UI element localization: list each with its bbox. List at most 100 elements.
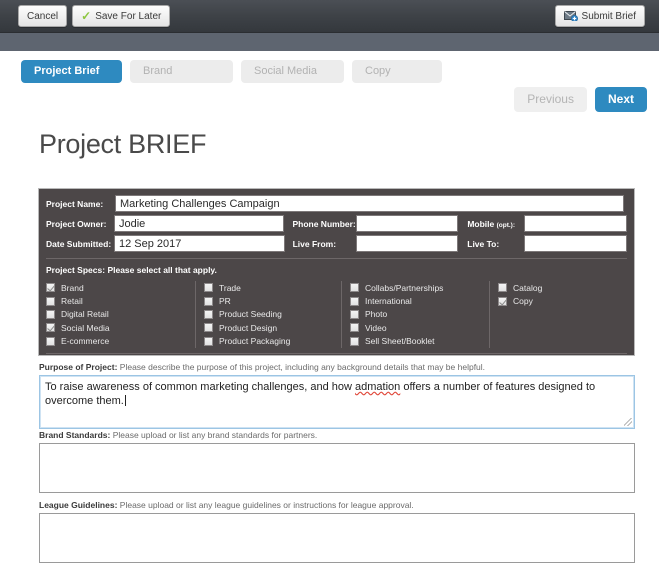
spec-trade[interactable]: Trade (204, 281, 333, 294)
spec-copy-label: Copy (513, 296, 533, 307)
spec-social-media-label: Social Media (61, 322, 110, 333)
spec-sell-sheet-booklet-label: Sell Sheet/Booklet (365, 336, 435, 347)
project-specs-grid: Brand Retail Digital Retail Social Media… (46, 281, 627, 348)
date-submitted-input[interactable]: 12 Sep 2017 (113, 235, 285, 252)
spec-product-design-label: Product Design (219, 322, 278, 333)
tab-social-media[interactable]: Social Media (241, 60, 344, 83)
spec-brand-label: Brand (61, 282, 84, 293)
spec-catalog[interactable]: Catalog (498, 281, 612, 294)
save-for-later-label: Save For Later (95, 10, 162, 22)
checkbox-international-icon[interactable] (350, 296, 359, 306)
previous-button[interactable]: Previous (514, 87, 587, 112)
checkbox-photo-icon[interactable] (350, 309, 359, 319)
checkbox-copy-icon[interactable] (498, 296, 507, 306)
brand-standards-hint: Please upload or list any brand standard… (112, 430, 318, 440)
mobile-input[interactable] (524, 215, 627, 232)
spec-catalog-label: Catalog (513, 282, 543, 293)
checkbox-product-packaging-icon[interactable] (204, 336, 213, 346)
checkbox-social-media-icon[interactable] (46, 323, 55, 333)
project-owner-label: Project Owner: (46, 218, 107, 229)
league-guidelines-section: League Guidelines: Please upload or list… (39, 500, 635, 563)
submit-brief-label: Submit Brief (581, 10, 636, 22)
brand-standards-title: Brand Standards: (39, 430, 111, 440)
spec-brand[interactable]: Brand (46, 281, 187, 294)
spec-product-design[interactable]: Product Design (204, 321, 333, 334)
spec-product-packaging-label: Product Packaging (219, 336, 291, 347)
wizard-tabs: Project Brief Brand Social Media Copy (21, 60, 442, 83)
spec-photo-label: Photo (365, 309, 388, 320)
checkbox-brand-icon[interactable] (46, 283, 55, 293)
purpose-of-project-textarea[interactable]: To raise awareness of common marketing c… (39, 375, 635, 429)
checkbox-ecommerce-icon[interactable] (46, 336, 55, 346)
purpose-of-project-section: Purpose of Project: Please describe the … (39, 362, 635, 429)
spec-copy[interactable]: Copy (498, 294, 612, 307)
text-caret (124, 395, 126, 406)
spec-product-packaging[interactable]: Product Packaging (204, 335, 333, 348)
panel-divider (46, 258, 627, 259)
submit-brief-button[interactable]: Submit Brief (554, 5, 645, 27)
live-from-input[interactable] (355, 235, 459, 252)
spec-international-label: International (365, 296, 412, 307)
mobile-label-optional: (opt.): (496, 221, 516, 229)
checkbox-retail-icon[interactable] (46, 296, 55, 306)
next-button[interactable]: Next (594, 87, 647, 112)
checkbox-trade-icon[interactable] (204, 283, 213, 293)
spec-collabs-partnerships[interactable]: Collabs/Partnerships (350, 281, 481, 294)
specs-column-3: Collabs/Partnerships International Photo… (342, 281, 490, 348)
brand-standards-label: Brand Standards: Please upload or list a… (39, 430, 635, 440)
checkbox-digital-retail-icon[interactable] (46, 309, 55, 319)
tab-brand[interactable]: Brand (130, 60, 233, 83)
brand-standards-textarea[interactable] (39, 443, 635, 493)
spec-social-media[interactable]: Social Media (46, 321, 187, 334)
tab-copy[interactable]: Copy (352, 60, 442, 83)
spec-photo[interactable]: Photo (350, 308, 481, 321)
spec-trade-label: Trade (219, 282, 241, 293)
checkbox-product-seeding-icon[interactable] (204, 309, 213, 319)
spec-retail[interactable]: Retail (46, 294, 187, 307)
checkbox-sell-sheet-booklet-icon[interactable] (350, 336, 359, 346)
wizard-pagination: Previous Next (514, 87, 647, 112)
league-guidelines-textarea[interactable] (39, 513, 635, 563)
live-to-label: Live To: (467, 238, 500, 249)
league-guidelines-hint: Please upload or list any league guideli… (119, 500, 414, 510)
cancel-button[interactable]: Cancel (18, 5, 68, 27)
spec-digital-retail[interactable]: Digital Retail (46, 308, 187, 321)
resize-grip-icon[interactable] (624, 418, 632, 426)
checkbox-catalog-icon[interactable] (498, 283, 507, 293)
spec-product-seeding[interactable]: Product Seeding (204, 308, 333, 321)
toolbar-right-group: Submit Brief (554, 5, 645, 27)
project-owner-input[interactable]: Jodie (113, 215, 285, 232)
toolbar-left-group: Cancel ✓ Save For Later (18, 5, 171, 27)
cancel-button-label: Cancel (27, 10, 59, 22)
project-name-label: Project Name: (46, 198, 104, 209)
tab-copy-label: Copy (365, 65, 391, 77)
spec-product-seeding-label: Product Seeding (219, 309, 282, 320)
purpose-of-project-label: Purpose of Project: Please describe the … (39, 362, 635, 372)
project-name-input[interactable]: Marketing Challenges Campaign (115, 195, 624, 212)
save-for-later-button[interactable]: ✓ Save For Later (72, 5, 171, 27)
tab-project-brief[interactable]: Project Brief (21, 60, 122, 83)
purpose-text-before: To raise awareness of common marketing c… (45, 381, 355, 393)
checkbox-product-design-icon[interactable] (204, 323, 213, 333)
checkbox-pr-icon[interactable] (204, 296, 213, 306)
secondary-bar (0, 33, 659, 51)
spec-ecommerce-label: E-commerce (61, 336, 110, 347)
spec-video[interactable]: Video (350, 321, 481, 334)
panel-bottom-divider (46, 352, 627, 354)
phone-number-input[interactable] (355, 215, 459, 232)
spec-video-label: Video (365, 322, 387, 333)
live-to-input[interactable] (524, 235, 627, 252)
checkbox-collabs-partnerships-icon[interactable] (350, 283, 359, 293)
purpose-of-project-title: Purpose of Project: (39, 362, 118, 372)
spec-sell-sheet-booklet[interactable]: Sell Sheet/Booklet (350, 335, 481, 348)
checkbox-video-icon[interactable] (350, 323, 359, 333)
spec-pr[interactable]: PR (204, 294, 333, 307)
spec-collabs-partnerships-label: Collabs/Partnerships (365, 282, 444, 293)
project-specs-subtitle: Please select all that apply. (107, 265, 217, 275)
project-owner-row: Project Owner: Jodie Phone Number: Mobil… (46, 215, 627, 232)
envelope-send-icon (563, 11, 578, 21)
spec-ecommerce[interactable]: E-commerce (46, 335, 187, 348)
mobile-label-text: Mobile (467, 218, 495, 229)
league-guidelines-title: League Guidelines: (39, 500, 118, 510)
spec-international[interactable]: International (350, 294, 481, 307)
